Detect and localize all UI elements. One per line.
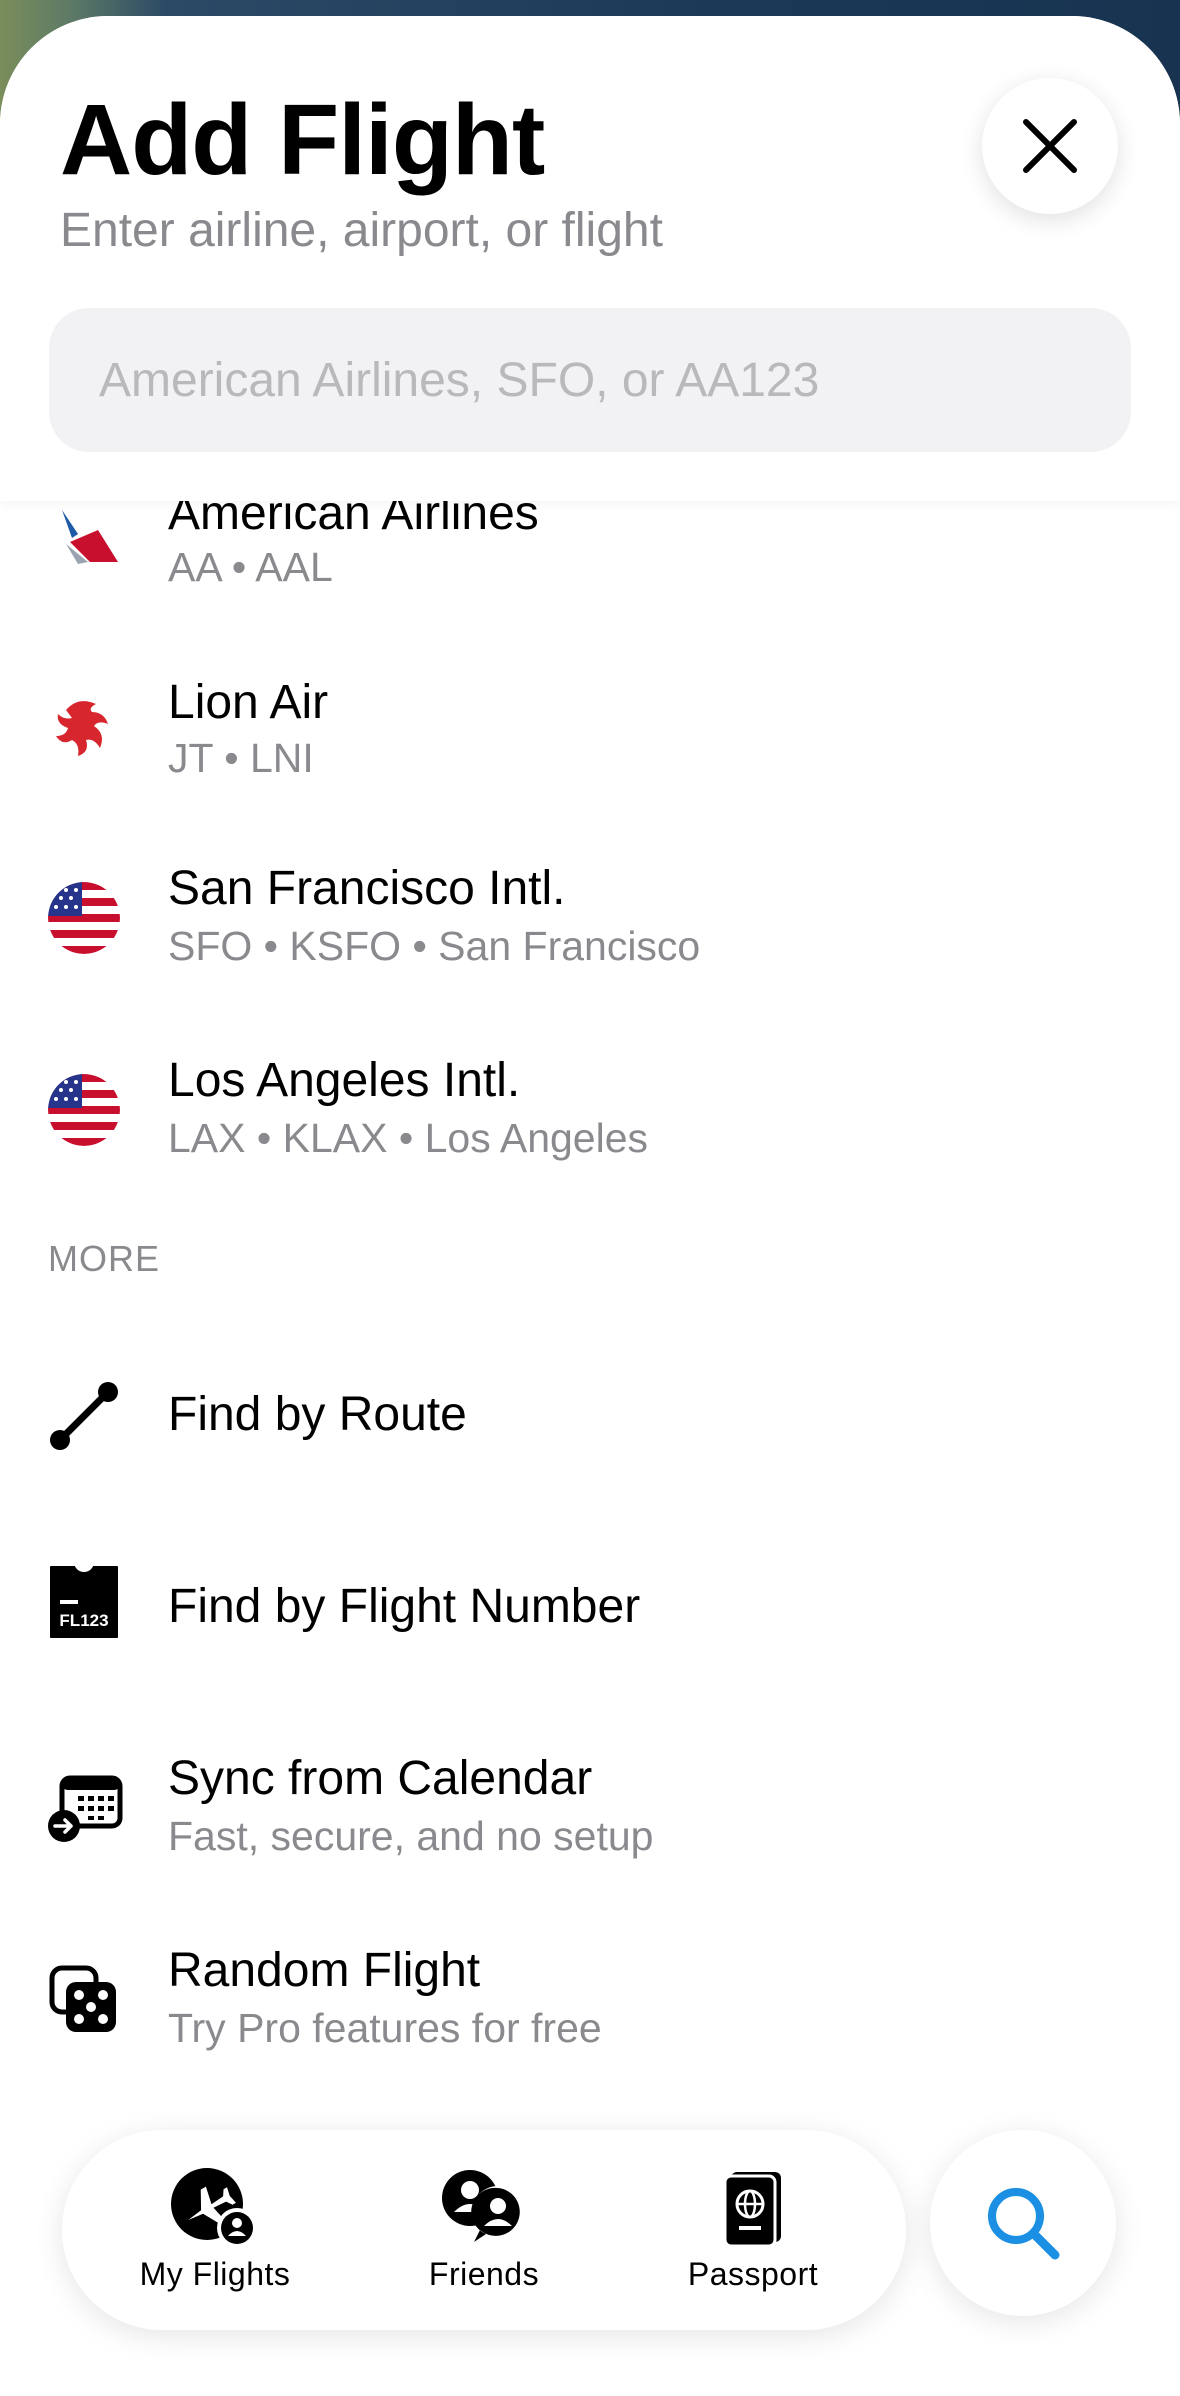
result-subtitle: JT • LNI (168, 735, 314, 781)
more-item-find-by-route[interactable]: Find by Route (0, 1334, 1180, 1504)
result-row-sfo[interactable]: San Francisco Intl. SFO • KSFO • San Fra… (0, 842, 1180, 1012)
add-flight-sheet: American Airlines AA • AAL Lion Air JT •… (0, 16, 1180, 2396)
more-item-random-flight[interactable]: Random Flight Try Pro features for free (0, 1924, 1180, 2094)
calendar-sync-icon (48, 1772, 124, 1844)
us-flag-icon (48, 1074, 120, 1146)
bottom-tab-bar: My Flights Friends Passport (62, 2130, 906, 2330)
tab-friends[interactable]: Friends (354, 2130, 614, 2330)
close-icon (1023, 119, 1077, 173)
result-subtitle: LAX • KLAX • Los Angeles (168, 1115, 649, 1161)
tab-label: My Flights (139, 2255, 291, 2292)
result-title: Lion Air (168, 676, 329, 729)
flight-number-ticket-icon: FL123 (48, 1566, 120, 1638)
section-label-more: MORE (48, 1238, 160, 1279)
route-icon (48, 1380, 120, 1452)
sheet-header: Add Flight Enter airline, airport, or fl… (0, 16, 1180, 501)
search-input[interactable] (97, 351, 1083, 409)
result-row-lion-air[interactable]: Lion Air JT • LNI (0, 650, 1180, 820)
close-button[interactable] (982, 78, 1118, 214)
result-subtitle: SFO • KSFO • San Francisco (168, 923, 701, 969)
more-item-title: Find by Flight Number (168, 1580, 641, 1633)
tab-label: Friends (428, 2255, 540, 2292)
american-airlines-logo-icon (48, 504, 120, 576)
result-title: Los Angeles Intl. (168, 1054, 521, 1107)
more-item-subtitle: Fast, secure, and no setup (168, 1813, 654, 1859)
page-subtitle: Enter airline, airport, or flight (60, 204, 663, 257)
more-item-title: Random Flight (168, 1944, 481, 1997)
more-item-find-by-flight-number[interactable]: FL123 Find by Flight Number (0, 1526, 1180, 1696)
more-item-title: Sync from Calendar (168, 1752, 593, 1805)
search-icon (988, 2188, 1060, 2260)
tab-label: Passport (687, 2255, 819, 2292)
result-row-lax[interactable]: Los Angeles Intl. LAX • KLAX • Los Angel… (0, 1034, 1180, 1204)
lion-air-logo-icon (48, 690, 120, 762)
tab-my-flights[interactable]: My Flights (85, 2130, 345, 2330)
flight-number-badge: FL123 (59, 1611, 108, 1630)
tab-passport[interactable]: Passport (623, 2130, 883, 2330)
friends-icon (442, 2169, 524, 2242)
dice-icon (48, 1964, 120, 2036)
more-item-sync-from-calendar[interactable]: Sync from Calendar Fast, secure, and no … (0, 1732, 1180, 1902)
page-title: Add Flight (60, 84, 545, 196)
more-item-title: Find by Route (168, 1388, 467, 1441)
result-subtitle: AA • AAL (168, 544, 333, 590)
passport-icon (723, 2171, 781, 2247)
more-item-subtitle: Try Pro features for free (168, 2005, 602, 2051)
search-tab-button[interactable] (930, 2130, 1116, 2316)
search-field[interactable] (49, 308, 1131, 452)
us-flag-icon (48, 882, 120, 954)
result-title: San Francisco Intl. (168, 862, 566, 915)
plane-person-icon (171, 2167, 257, 2248)
